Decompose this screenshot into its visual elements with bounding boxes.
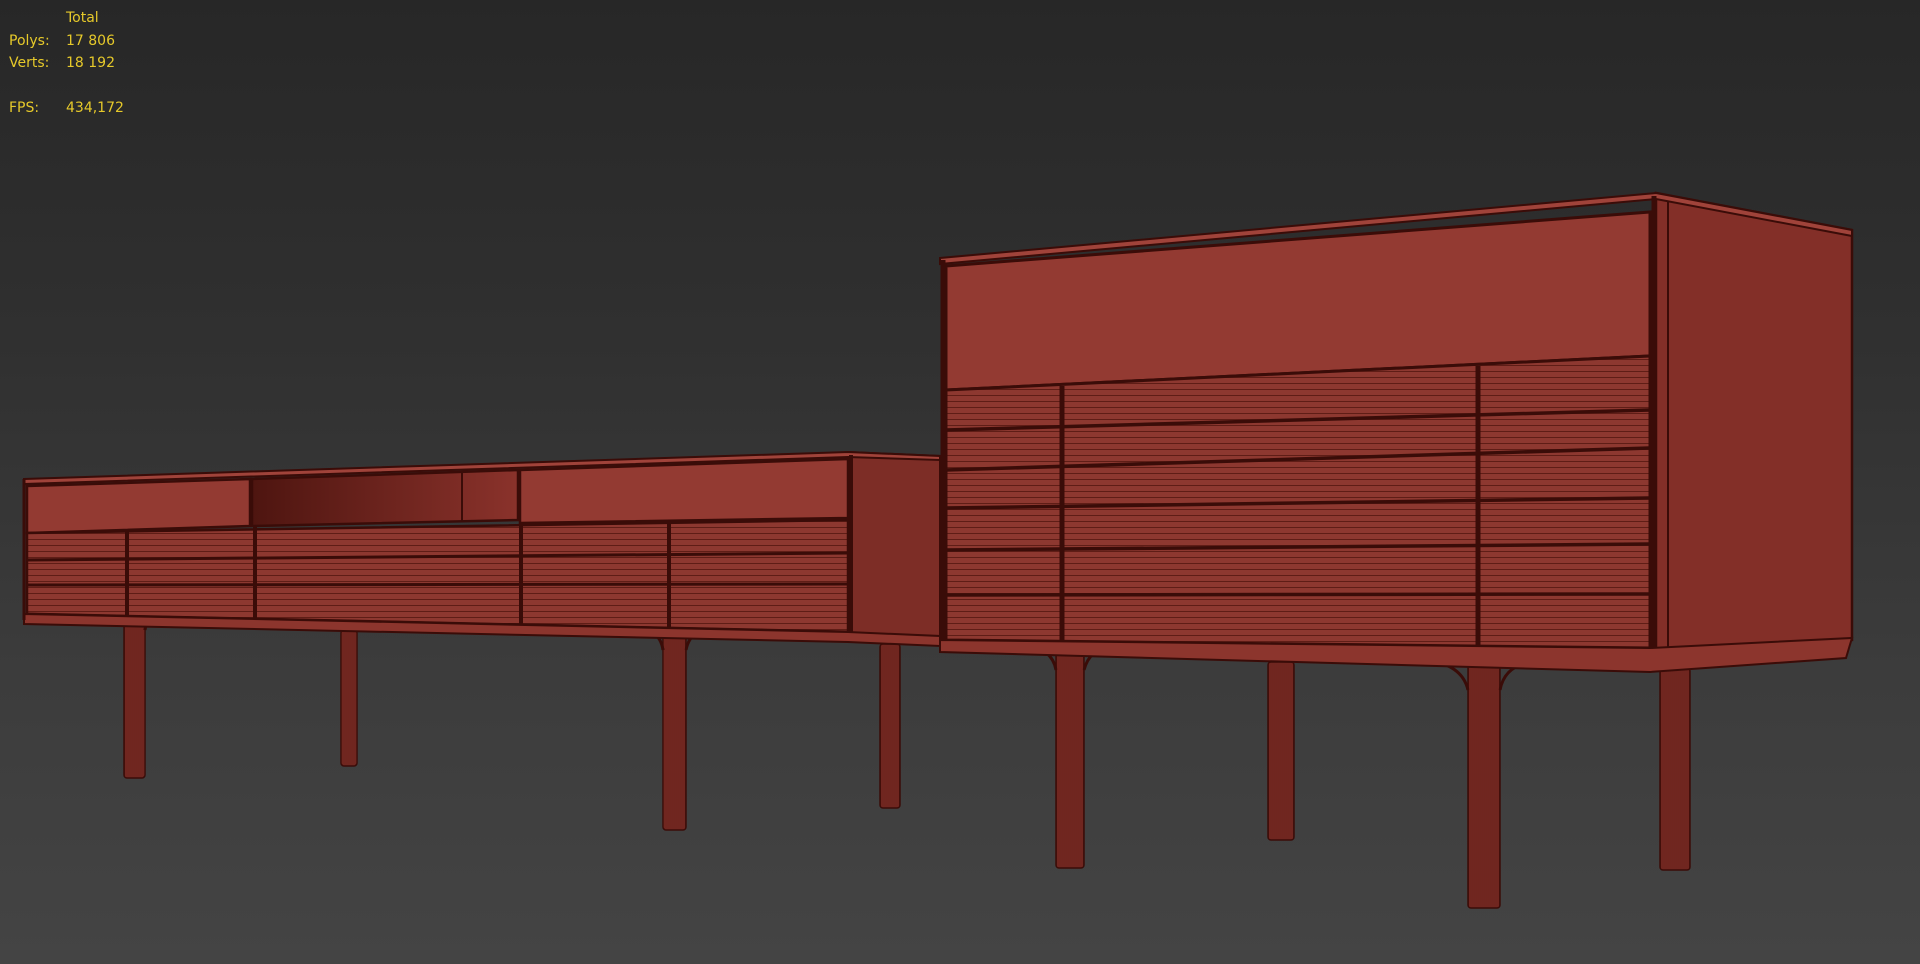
tall-sideboard-side xyxy=(1654,191,1854,654)
tall-sideboard-legs xyxy=(1024,643,1691,909)
low-sideboard-upper-panel-1 xyxy=(25,477,252,535)
tall-sideboard[interactable] xyxy=(939,191,1854,909)
low-sideboard[interactable] xyxy=(22,450,941,831)
low-sideboard-upper-panel-2 xyxy=(518,457,850,525)
3d-viewport[interactable]: Total Polys: 17 806 Verts: 18 192 FPS: 4… xyxy=(0,0,1920,964)
low-sideboard-side xyxy=(847,450,941,641)
low-sideboard-legs xyxy=(123,617,901,831)
model-wireframe-render[interactable] xyxy=(0,0,1920,964)
low-sideboard-open-niche xyxy=(250,468,520,528)
